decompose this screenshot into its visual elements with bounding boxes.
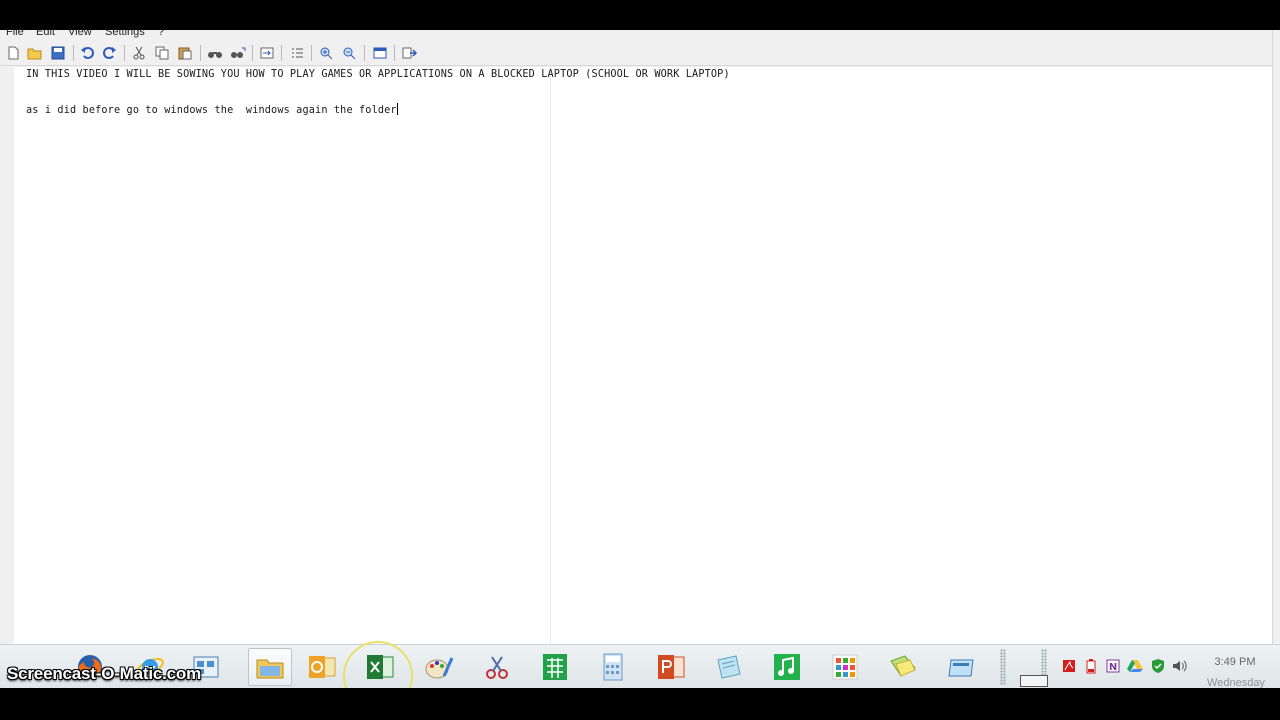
- goto-icon[interactable]: [258, 44, 276, 62]
- redo-icon[interactable]: [101, 44, 119, 62]
- editor-line-3: as i did before go to windows the window…: [26, 103, 398, 116]
- notepad-icon[interactable]: [713, 651, 745, 683]
- notepad-plus-window: File Edit View Settings ? IN THIS VIDEO …: [0, 30, 1280, 644]
- toolbar-separator: [311, 45, 312, 61]
- svg-text:N: N: [1109, 662, 1117, 673]
- powerpoint-icon[interactable]: [655, 651, 687, 683]
- toolbar-separator: [200, 45, 201, 61]
- toolbar-separator: [364, 45, 365, 61]
- sticky-notes-icon[interactable]: [887, 651, 919, 683]
- acrobat-icon[interactable]: [1061, 658, 1077, 674]
- numbers-icon[interactable]: [539, 651, 571, 683]
- toolbar-separator: [394, 45, 395, 61]
- toolbar-separator: [252, 45, 253, 61]
- edge-column-marker: [550, 67, 551, 644]
- bottom-letterbox: [0, 688, 1280, 720]
- zoom-in-icon[interactable]: [317, 44, 335, 62]
- menu-settings[interactable]: Settings: [105, 30, 145, 38]
- calculator-icon[interactable]: [597, 651, 629, 683]
- find-icon[interactable]: [206, 44, 224, 62]
- zoom-out-icon[interactable]: [340, 44, 358, 62]
- toolbar-separator: [281, 45, 282, 61]
- toolbar-separator: [124, 45, 125, 61]
- editor-line-1: IN THIS VIDEO I WILL BE SOWING YOU HOW T…: [26, 69, 730, 80]
- battery-icon[interactable]: [1083, 658, 1099, 674]
- onenote-icon[interactable]: N: [1105, 658, 1121, 674]
- text-caret: [396, 103, 398, 115]
- undo-icon[interactable]: [78, 44, 96, 62]
- file-explorer-icon[interactable]: [248, 648, 292, 686]
- view-icon[interactable]: [371, 44, 389, 62]
- menu-bar: File Edit View Settings ?: [0, 30, 1280, 40]
- paste-icon[interactable]: [176, 44, 194, 62]
- open-folder-icon[interactable]: [26, 44, 44, 62]
- paint-icon[interactable]: [423, 651, 455, 683]
- toolbar-separator: [73, 45, 74, 61]
- editor-line-3-text: as i did before go to windows the window…: [26, 105, 397, 116]
- outlook-icon[interactable]: [306, 651, 338, 683]
- text-editor[interactable]: IN THIS VIDEO I WILL BE SOWING YOU HOW T…: [14, 67, 1272, 644]
- recording-watermark: Screencast-O-Matic.com: [7, 664, 202, 683]
- list-icon[interactable]: [288, 44, 306, 62]
- music-icon[interactable]: [771, 651, 803, 683]
- run-icon[interactable]: [401, 44, 419, 62]
- toolbar: [0, 40, 1280, 66]
- save-icon[interactable]: [49, 44, 67, 62]
- vertical-scrollbar[interactable]: [1272, 30, 1280, 644]
- replace-icon[interactable]: [229, 44, 247, 62]
- menu-edit[interactable]: Edit: [36, 30, 55, 38]
- new-file-icon[interactable]: [4, 44, 22, 62]
- security-icon[interactable]: [1150, 658, 1166, 674]
- volume-icon[interactable]: [1172, 658, 1188, 674]
- menu-file[interactable]: File: [6, 30, 24, 38]
- cut-icon[interactable]: [130, 44, 148, 62]
- menu-help[interactable]: ?: [158, 30, 164, 38]
- top-letterbox: [0, 0, 1280, 30]
- keyboard-icon[interactable]: [1020, 675, 1048, 687]
- snipping-tool-icon[interactable]: [481, 651, 513, 683]
- copy-icon[interactable]: [153, 44, 171, 62]
- apps-grid-icon[interactable]: [829, 651, 861, 683]
- menu-view[interactable]: View: [68, 30, 92, 38]
- taskbar-gripper[interactable]: [1000, 649, 1006, 685]
- drive-icon[interactable]: [1127, 658, 1143, 674]
- clock-time[interactable]: 3:49 PM: [1200, 656, 1270, 668]
- window-icon[interactable]: [945, 651, 977, 683]
